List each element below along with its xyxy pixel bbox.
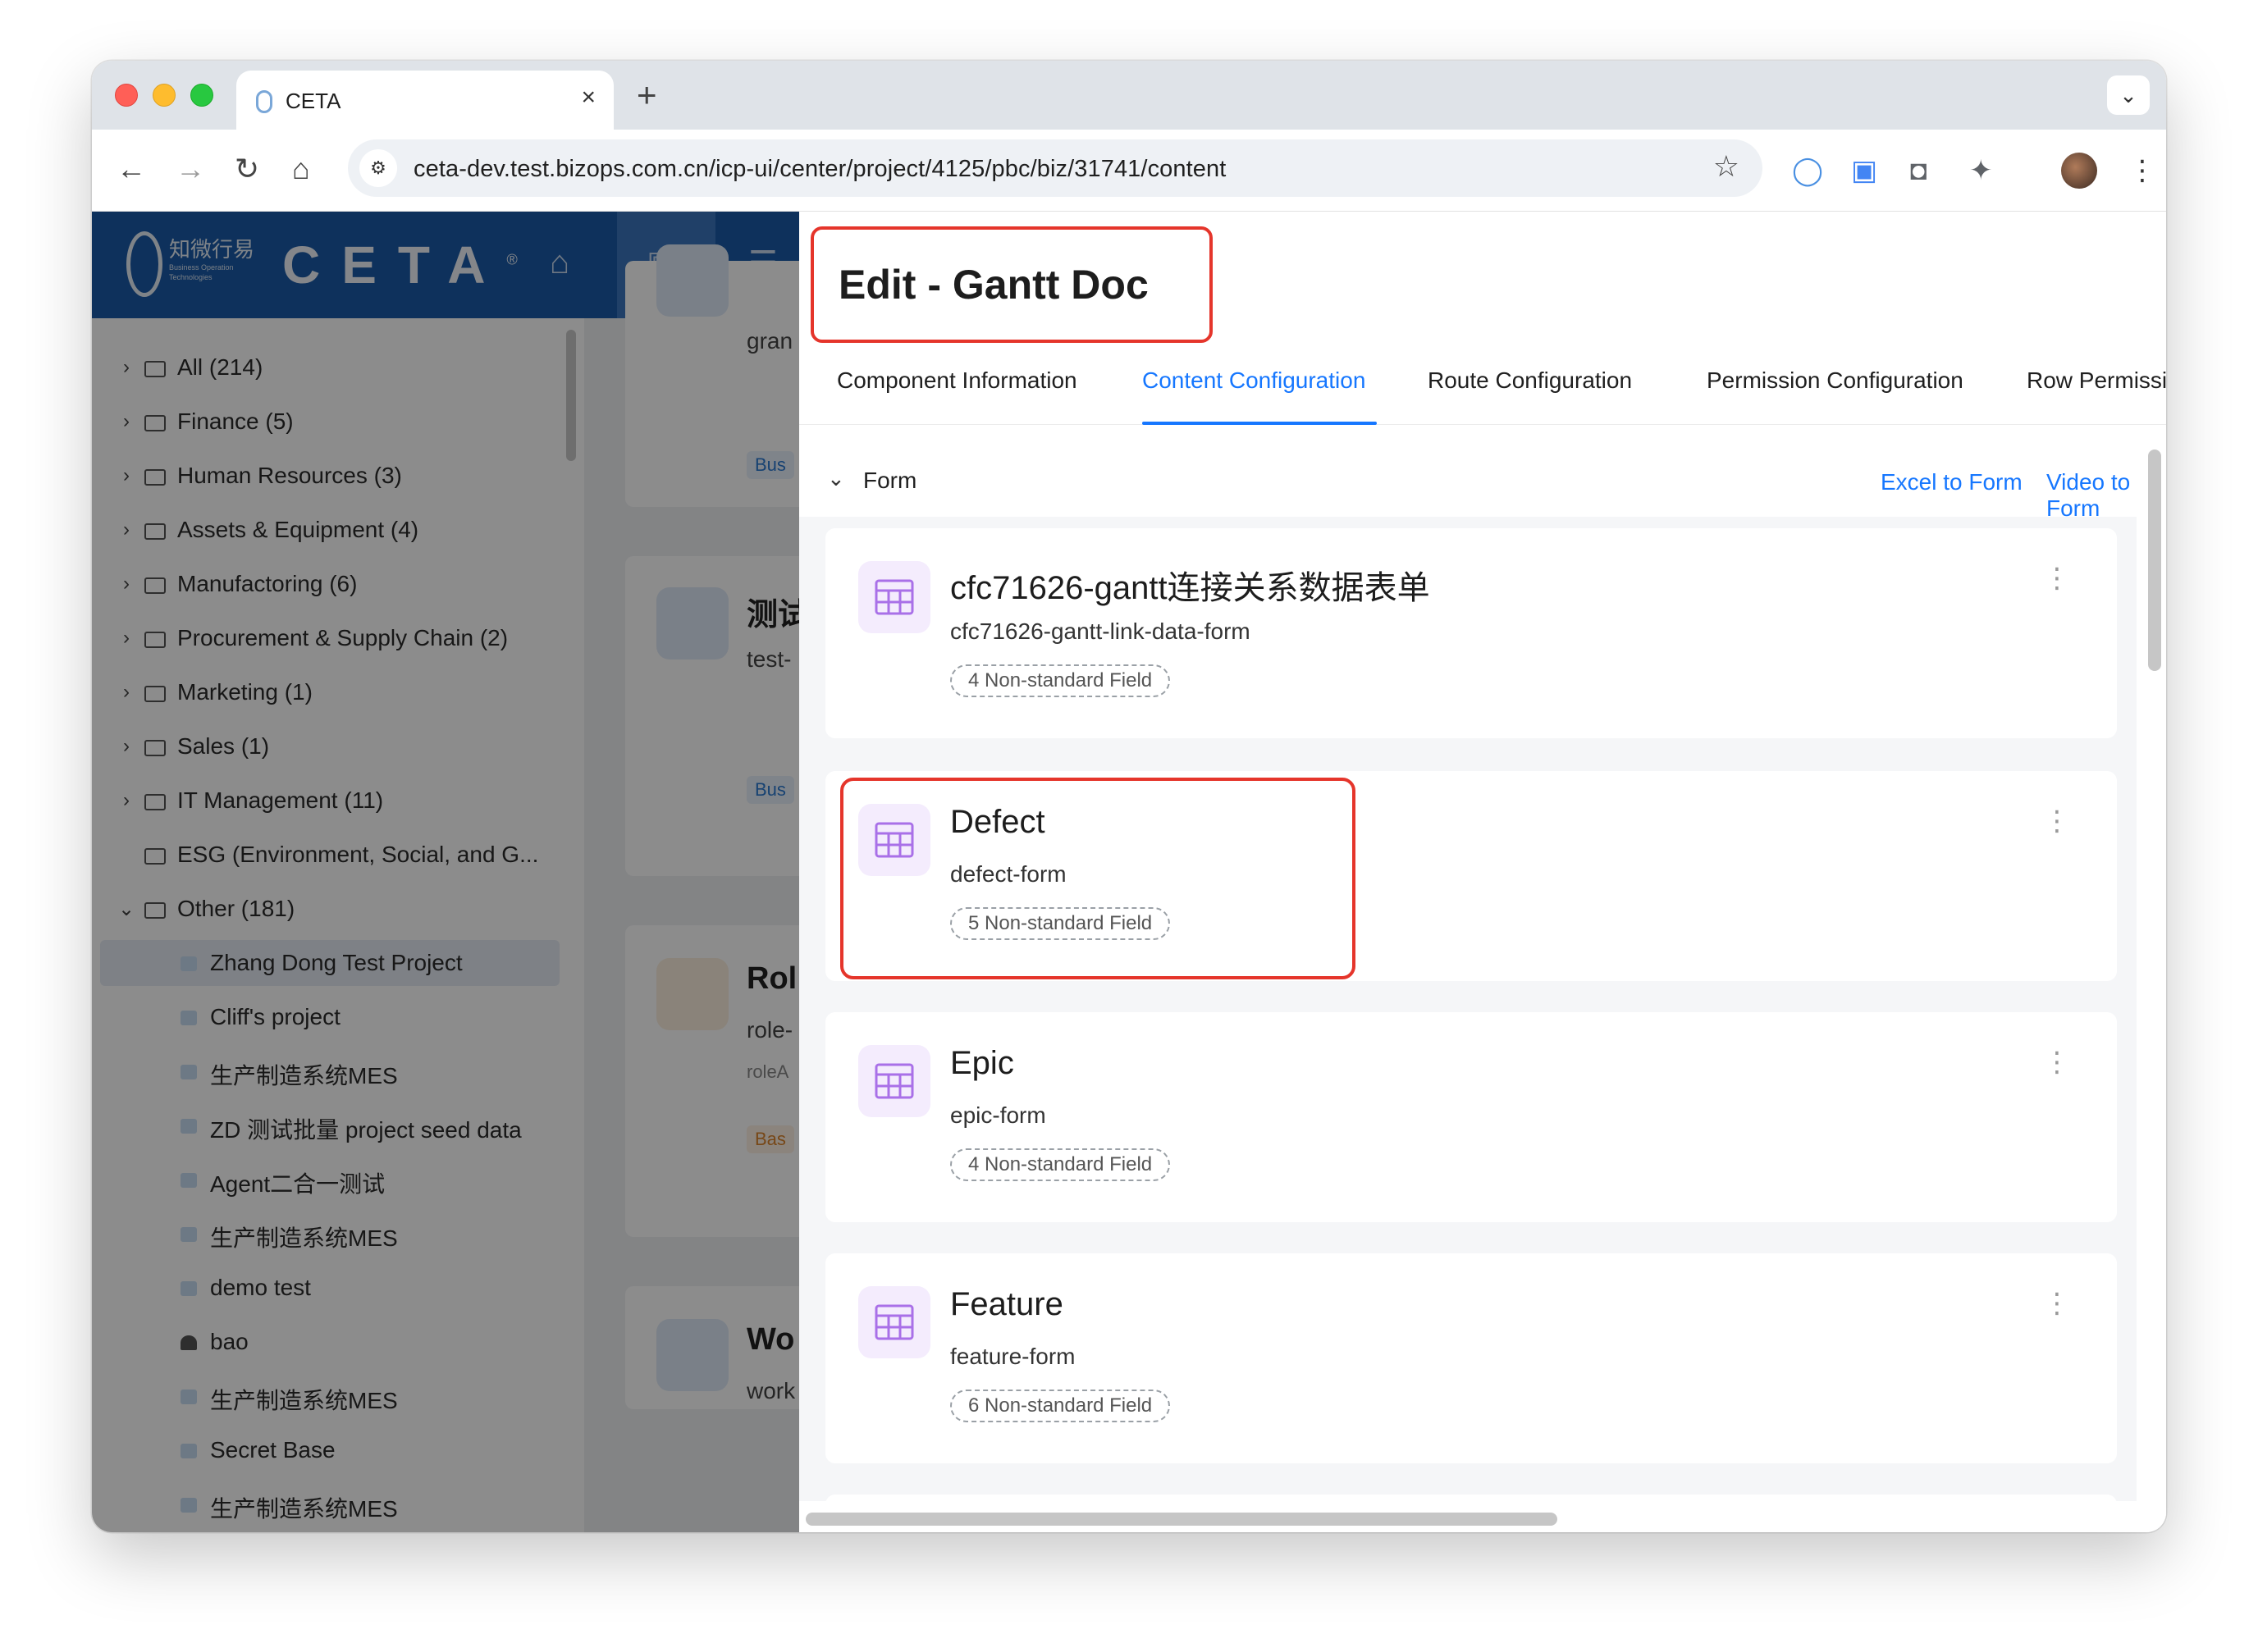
- form-name: Epic: [950, 1045, 1014, 1081]
- field-count-badge: 4 Non-standard Field: [950, 664, 1171, 697]
- form-card[interactable]: Defect defect-form 5 Non-standard Field …: [825, 771, 2117, 981]
- browser-tab[interactable]: CETA ×: [236, 71, 614, 130]
- title-highlight-box: [811, 226, 1213, 343]
- camera-icon[interactable]: ◘: [1910, 154, 1927, 187]
- tab-content-configuration[interactable]: Content Configuration: [1142, 367, 1365, 394]
- extensions-puzzle-icon[interactable]: ✦: [1969, 154, 1993, 187]
- home-button[interactable]: ⌂: [292, 153, 310, 185]
- form-code: cfc71626-gantt-link-data-form: [950, 618, 1250, 644]
- form-name: Feature: [950, 1286, 1063, 1322]
- more-options-icon[interactable]: ⋮: [2043, 1048, 2071, 1076]
- drawer-vertical-scrollbar[interactable]: [2148, 450, 2161, 671]
- site-info-icon[interactable]: ⚙: [359, 149, 397, 187]
- table-icon: [858, 561, 930, 633]
- excel-to-form-link[interactable]: Excel to Form: [1881, 469, 2023, 495]
- browser-toolbar: ← → ↻ ⌂ ⚙ ceta-dev.test.bizops.com.cn/ic…: [92, 130, 2166, 212]
- drawer-tabs: Component Information Content Configurat…: [799, 353, 2166, 425]
- field-count-badge: 4 Non-standard Field: [950, 1148, 1171, 1181]
- drawer-horizontal-scrollbar[interactable]: [806, 1513, 1557, 1526]
- active-tab-indicator: [1142, 422, 1377, 425]
- modal-overlay[interactable]: [92, 212, 799, 1532]
- back-button[interactable]: ←: [117, 153, 146, 185]
- form-card[interactable]: Epic epic-form 4 Non-standard Field ⋮: [825, 1012, 2117, 1222]
- more-options-icon[interactable]: ⋮: [2043, 807, 2071, 835]
- table-icon: [858, 1045, 930, 1117]
- url-text[interactable]: ceta-dev.test.bizops.com.cn/icp-ui/cente…: [414, 156, 1226, 183]
- maximize-window-button[interactable]: [190, 84, 213, 107]
- form-card[interactable]: cfc71626-gantt连接关系数据表单 cfc71626-gantt-li…: [825, 528, 2117, 738]
- new-tab-button[interactable]: +: [637, 75, 657, 115]
- tab-favicon-icon: [256, 90, 272, 113]
- bookmark-star-icon[interactable]: ☆: [1713, 149, 1739, 184]
- tab-search-button[interactable]: ⌄: [2107, 75, 2150, 115]
- more-options-icon[interactable]: ⋮: [2043, 564, 2071, 592]
- tab-permission-configuration[interactable]: Permission Configuration: [1707, 367, 1963, 394]
- section-title: Form: [863, 468, 917, 493]
- address-bar[interactable]: ⚙ ceta-dev.test.bizops.com.cn/icp-ui/cen…: [348, 139, 1762, 197]
- tab-title: CETA: [286, 89, 341, 113]
- form-card[interactable]: Feature feature-form 6 Non-standard Fiel…: [825, 1253, 2117, 1463]
- extension-circle-icon[interactable]: ◯: [1792, 154, 1823, 187]
- form-code: epic-form: [950, 1102, 1046, 1128]
- form-section-header: ⌄ Form Excel to Form Video to Form: [799, 458, 2166, 521]
- card-highlight-box: [840, 778, 1355, 979]
- tab-row-permission[interactable]: Row Permissio: [2027, 367, 2166, 394]
- page-content: 知微行易 Business Operation Technologies CET…: [92, 212, 2166, 1532]
- tab-strip: CETA × + ⌄: [92, 61, 2166, 130]
- translate-icon[interactable]: ▣: [1851, 154, 1877, 187]
- minimize-window-button[interactable]: [153, 84, 176, 107]
- close-window-button[interactable]: [115, 84, 138, 107]
- tab-component-information[interactable]: Component Information: [837, 367, 1077, 394]
- field-count-badge: 6 Non-standard Field: [950, 1390, 1171, 1422]
- browser-menu-icon[interactable]: ⋮: [2128, 154, 2156, 187]
- form-code: feature-form: [950, 1344, 1076, 1369]
- chevron-down-icon[interactable]: ⌄: [827, 466, 845, 491]
- reload-button[interactable]: ↻: [235, 153, 259, 185]
- forward-button[interactable]: →: [176, 153, 205, 185]
- browser-window: CETA × + ⌄ ← → ↻ ⌂ ⚙ ceta-dev.test.bizop…: [92, 61, 2166, 1532]
- profile-avatar[interactable]: [2061, 153, 2097, 189]
- tab-close-icon[interactable]: ×: [581, 84, 596, 112]
- form-list: cfc71626-gantt连接关系数据表单 cfc71626-gantt-li…: [799, 517, 2137, 1527]
- table-icon: [858, 1286, 930, 1358]
- tab-route-configuration[interactable]: Route Configuration: [1428, 367, 1632, 394]
- more-options-icon[interactable]: ⋮: [2043, 1289, 2071, 1317]
- edit-drawer: Edit - Gantt Doc Component Information C…: [799, 212, 2166, 1532]
- form-name: cfc71626-gantt连接关系数据表单: [950, 570, 1430, 606]
